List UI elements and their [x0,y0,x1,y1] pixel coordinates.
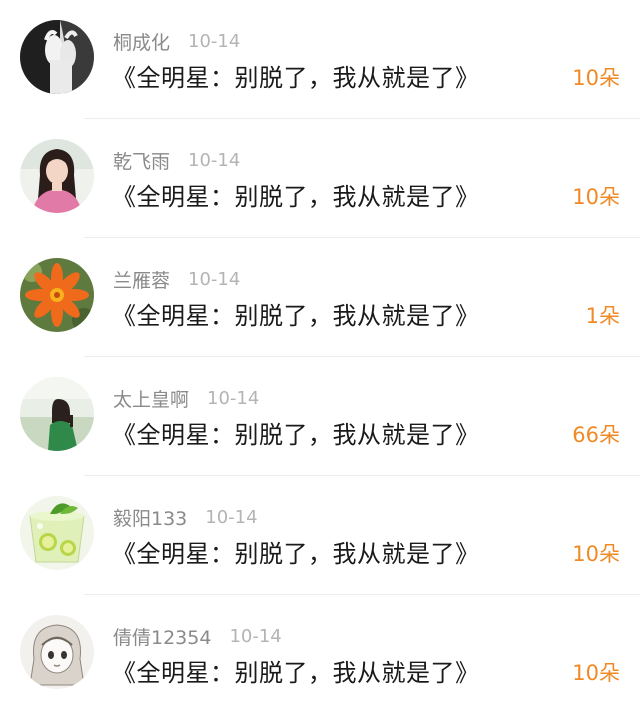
item-meta: 倩倩12354 10-14 [113,622,282,650]
avatar[interactable] [20,496,94,570]
flower-count: 10朵 [572,542,620,566]
user-name[interactable]: 兰雁蓉 [113,266,170,293]
avatar-girl-pink-icon [20,139,94,213]
avatar-hands-bw-icon [20,20,94,94]
item-meta: 桐成化 10-14 [113,27,240,55]
flower-count: 1朵 [585,304,620,328]
post-date: 10-14 [207,387,260,409]
avatar-sketch-girl-icon [20,615,94,689]
user-name[interactable]: 桐成化 [113,28,170,55]
list-item[interactable]: 倩倩12354 10-14 《全明星：别脱了，我从就是了》 10朵 [0,595,640,714]
user-name[interactable]: 毅阳133 [113,504,187,531]
avatar[interactable] [20,139,94,213]
user-name[interactable]: 太上皇啊 [113,385,189,412]
post-date: 10-14 [188,30,241,52]
flower-count: 10朵 [572,66,620,90]
user-name[interactable]: 乾飞雨 [113,147,170,174]
avatar-girl-green-coat-icon [20,377,94,451]
avatar[interactable] [20,20,94,94]
item-title[interactable]: 《全明星：别脱了，我从就是了》 [112,58,480,93]
item-title[interactable]: 《全明星：别脱了，我从就是了》 [112,415,480,450]
list-item[interactable]: 桐成化 10-14 《全明星：别脱了，我从就是了》 10朵 [0,0,640,119]
item-meta: 兰雁蓉 10-14 [113,265,240,293]
item-meta: 毅阳133 10-14 [113,503,258,531]
post-date: 10-14 [229,625,282,647]
post-date: 10-14 [205,506,258,528]
user-name[interactable]: 倩倩12354 [113,623,211,650]
item-title[interactable]: 《全明星：别脱了，我从就是了》 [112,653,480,688]
list-item[interactable]: 兰雁蓉 10-14 《全明星：别脱了，我从就是了》 1朵 [0,238,640,357]
list-item[interactable]: 毅阳133 10-14 《全明星：别脱了，我从就是了》 10朵 [0,476,640,595]
flower-count: 66朵 [572,423,620,447]
post-date: 10-14 [188,149,241,171]
item-title[interactable]: 《全明星：别脱了，我从就是了》 [112,534,480,569]
avatar[interactable] [20,377,94,451]
flower-count: 10朵 [572,185,620,209]
avatar[interactable] [20,258,94,332]
item-meta: 乾飞雨 10-14 [113,146,240,174]
avatar[interactable] [20,615,94,689]
item-meta: 太上皇啊 10-14 [113,384,259,412]
list-item[interactable]: 乾飞雨 10-14 《全明星：别脱了，我从就是了》 10朵 [0,119,640,238]
flower-count: 10朵 [572,661,620,685]
item-title[interactable]: 《全明星：别脱了，我从就是了》 [112,177,480,212]
post-date: 10-14 [188,268,241,290]
item-title[interactable]: 《全明星：别脱了，我从就是了》 [112,296,480,331]
avatar-orange-flower-icon [20,258,94,332]
list-item[interactable]: 太上皇啊 10-14 《全明星：别脱了，我从就是了》 66朵 [0,357,640,476]
comment-list: 桐成化 10-14 《全明星：别脱了，我从就是了》 10朵 乾飞雨 10-14 … [0,0,640,721]
avatar-lime-drink-icon [20,496,94,570]
